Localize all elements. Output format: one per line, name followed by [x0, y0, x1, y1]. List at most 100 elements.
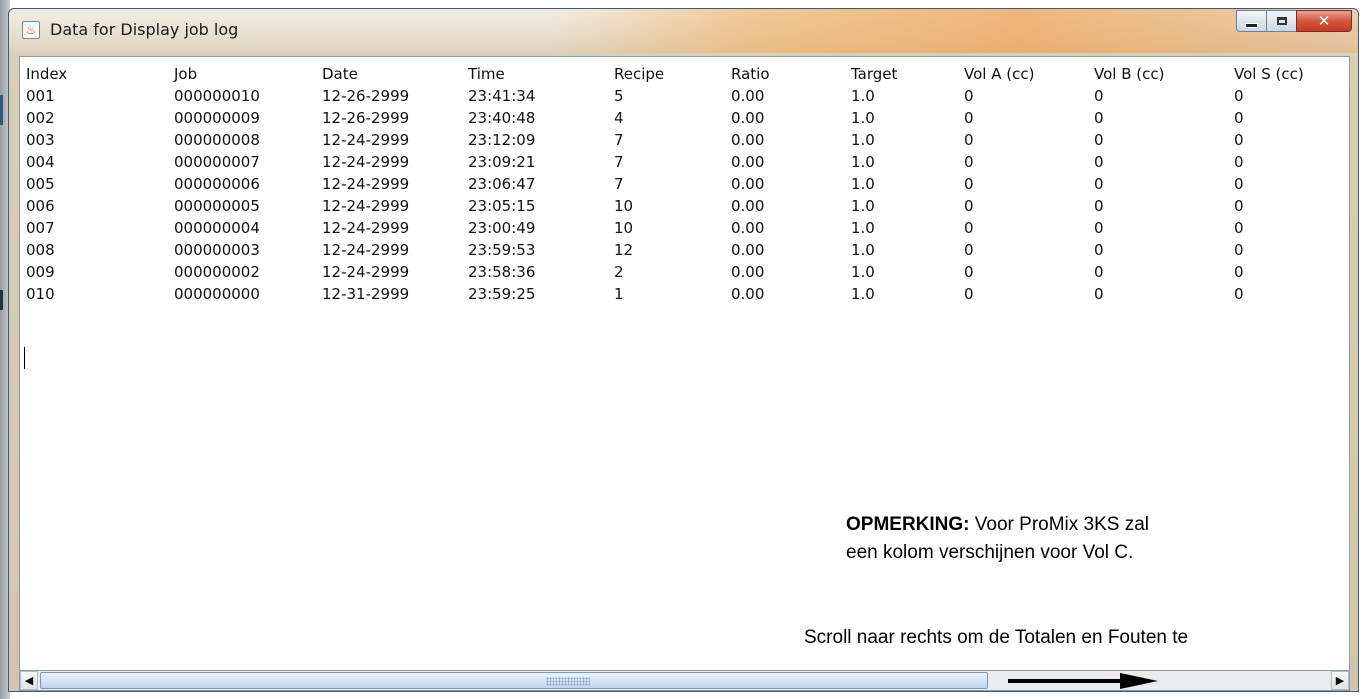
log-cell: 1.0 — [851, 197, 875, 215]
log-cell: 0.00 — [731, 219, 765, 237]
log-cell: 1.0 — [851, 263, 875, 281]
log-cell: 0 — [1094, 131, 1104, 149]
log-cell: 000000010 — [174, 87, 260, 105]
log-cell: 0 — [1234, 285, 1244, 303]
log-cell: 007 — [26, 219, 55, 237]
close-icon: ✕ — [1317, 12, 1331, 30]
log-cell: 2 — [614, 263, 624, 281]
log-cell: 0 — [964, 219, 974, 237]
log-cell: 1.0 — [851, 109, 875, 127]
log-cell: 23:06:47 — [468, 175, 536, 193]
log-cell: 1.0 — [851, 285, 875, 303]
log-row: 001 000000010 12-26-2999 23:41:34 5 0.00 1.0 0 0… — [26, 85, 1334, 107]
log-cell: 7 — [614, 153, 624, 171]
scroll-right-button[interactable]: ▶ — [1331, 671, 1349, 690]
log-row: 005 000000006 12-24-2999 23:06:47 7 0.00 1.0 0 0… — [26, 173, 1334, 195]
column-header: Vol A (cc) — [964, 65, 1035, 83]
column-header: Vol B (cc) — [1094, 65, 1165, 83]
log-row: 004 000000007 12-24-2999 23:09:21 7 0.00 1.0 0 0… — [26, 151, 1334, 173]
log-cell: 0 — [1094, 197, 1104, 215]
java-cup-icon[interactable]: ♨ — [22, 21, 40, 39]
column-header: Date — [322, 65, 358, 83]
note-label: OPMERKING: — [846, 514, 970, 535]
log-cell: 0 — [964, 153, 974, 171]
maximize-button[interactable] — [1266, 10, 1296, 32]
maximize-icon — [1276, 17, 1287, 25]
log-cell: 12 — [614, 241, 634, 259]
log-cell: 000000005 — [174, 197, 260, 215]
log-cell: 0.00 — [731, 263, 765, 281]
log-cell: 0 — [1094, 109, 1104, 127]
column-header: Ratio — [731, 65, 770, 83]
log-cell: 0 — [1094, 285, 1104, 303]
log-row: 002 000000009 12-26-2999 23:40:48 4 0.00 1.0 0 0… — [26, 107, 1334, 129]
log-cell: 002 — [26, 109, 55, 127]
log-cell: 12-24-2999 — [322, 219, 410, 237]
log-cell: 0 — [964, 285, 974, 303]
column-header: Recipe — [614, 65, 665, 83]
column-header: Job — [174, 65, 198, 83]
log-cell: 000000009 — [174, 109, 260, 127]
log-cell: 0 — [964, 197, 974, 215]
log-cell: 0 — [1094, 153, 1104, 171]
log-cell: 0 — [1094, 263, 1104, 281]
log-cell: 006 — [26, 197, 55, 215]
scroll-left-button[interactable]: ◀ — [20, 671, 38, 690]
note-line-2: een kolom verschijnen voor Vol C. — [846, 542, 1134, 563]
column-header: Index — [26, 65, 68, 83]
log-cell: 0.00 — [731, 87, 765, 105]
log-cell: 000000003 — [174, 241, 260, 259]
log-cell: 0.00 — [731, 175, 765, 193]
caption-buttons: ✕ — [1236, 10, 1352, 32]
log-cell: 7 — [614, 175, 624, 193]
log-cell: 0 — [964, 241, 974, 259]
log-cell: 12-31-2999 — [322, 285, 410, 303]
log-cell: 23:59:53 — [468, 241, 536, 259]
log-cell: 23:58:36 — [468, 263, 536, 281]
log-cell: 23:40:48 — [468, 109, 536, 127]
log-cell: 12-26-2999 — [322, 87, 410, 105]
window-title: Data for Display job log — [50, 20, 239, 39]
log-cell: 0 — [964, 109, 974, 127]
log-cell: 12-26-2999 — [322, 109, 410, 127]
log-cell: 1.0 — [851, 153, 875, 171]
log-cell: 23:59:25 — [468, 285, 536, 303]
horizontal-scrollbar[interactable]: ◀ ▶ — [19, 671, 1350, 691]
log-cell: 12-24-2999 — [322, 241, 410, 259]
desktop-edge-mark — [0, 95, 3, 125]
column-header: Target — [851, 65, 898, 83]
log-cell: 1.0 — [851, 241, 875, 259]
log-cell: 23:41:34 — [468, 87, 536, 105]
job-log-text-area[interactable]: Index Job Date Time Recipe Ratio Target Vol A (… — [19, 56, 1350, 671]
log-cell: 0 — [1094, 175, 1104, 193]
log-cell: 0 — [1234, 87, 1244, 105]
log-cell: 000000002 — [174, 263, 260, 281]
job-log-window: ♨ Data for Display job log ✕ Index Job Dat… — [8, 8, 1359, 692]
log-row: 009 000000002 12-24-2999 23:58:36 2 0.00 1.0 0 0… — [26, 261, 1334, 283]
close-button[interactable]: ✕ — [1296, 10, 1352, 32]
title-bar[interactable]: ♨ Data for Display job log ✕ — [9, 9, 1358, 53]
log-cell: 1.0 — [851, 219, 875, 237]
minimize-button[interactable] — [1236, 10, 1266, 32]
scrollbar-thumb[interactable] — [40, 672, 988, 689]
log-cell: 004 — [26, 153, 55, 171]
log-cell: 7 — [614, 131, 624, 149]
log-cell: 0 — [1234, 263, 1244, 281]
log-cell: 0 — [1094, 87, 1104, 105]
log-row: 008 000000003 12-24-2999 23:59:53 12 0.00 1.0 0… — [26, 239, 1334, 261]
note-annotation: OPMERKING: Voor ProMix 3KS zal een kolom… — [846, 511, 1326, 567]
log-row: 007 000000004 12-24-2999 23:00:49 10 0.00 1.0 0… — [26, 217, 1334, 239]
log-cell: 000000004 — [174, 219, 260, 237]
log-cell: 0 — [964, 175, 974, 193]
log-cell: 0 — [1094, 219, 1104, 237]
log-cell: 23:05:15 — [468, 197, 536, 215]
log-cell: 000000008 — [174, 131, 260, 149]
log-cell: 0.00 — [731, 131, 765, 149]
log-cell: 000000000 — [174, 285, 260, 303]
log-cell: 000000006 — [174, 175, 260, 193]
log-cell: 0 — [1234, 131, 1244, 149]
header-row: Index Job Date Time Recipe Ratio Target Vol A (… — [26, 63, 1334, 85]
log-cell: 010 — [26, 285, 55, 303]
log-cell: 0 — [1234, 109, 1244, 127]
log-cell: 0 — [1094, 241, 1104, 259]
